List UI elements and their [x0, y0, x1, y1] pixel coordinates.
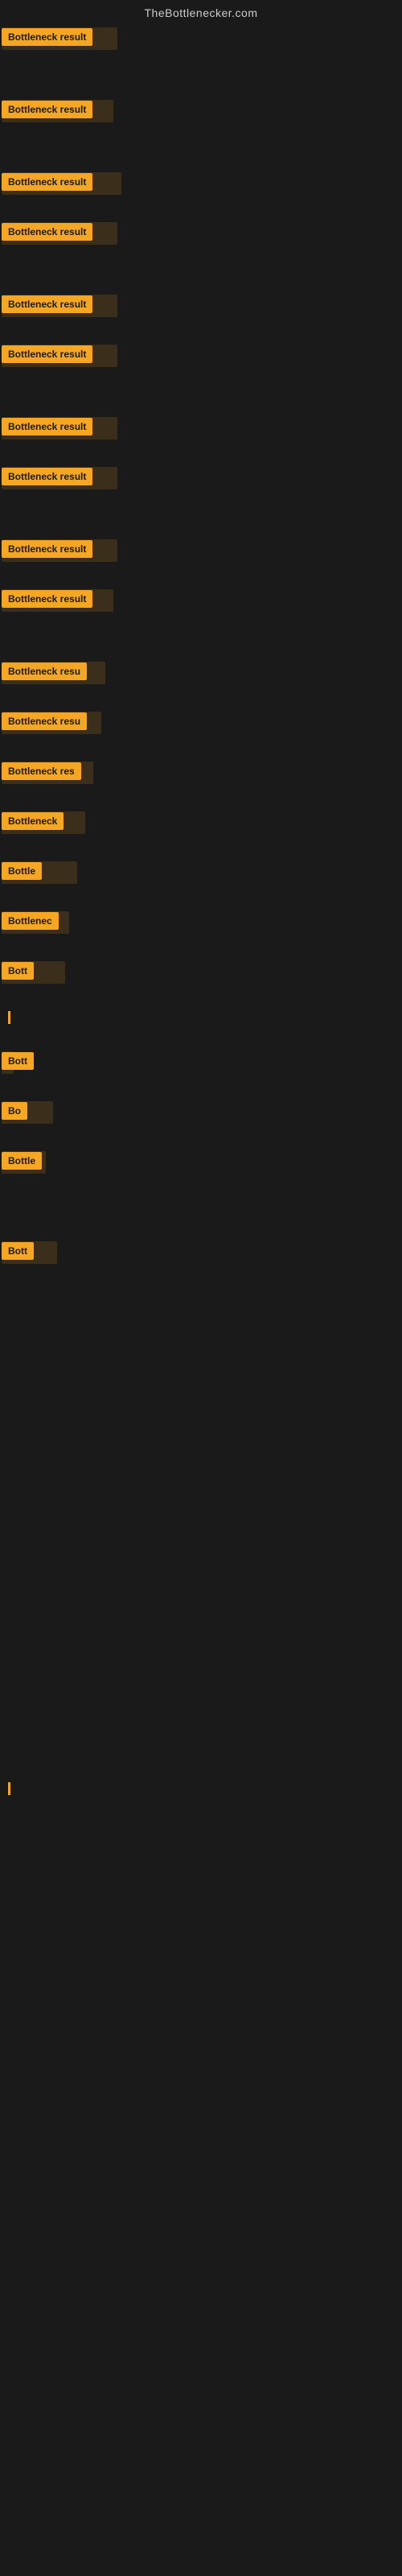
- bottleneck-badge-2: Bottleneck result: [2, 101, 92, 118]
- gap-6: [0, 369, 402, 415]
- bottleneck-badge-8: Bottleneck result: [2, 468, 92, 485]
- bottleneck-badge-16: Bottlenec: [2, 912, 59, 930]
- result-row-4: Bottleneck result: [0, 221, 402, 246]
- gap-14: [0, 836, 402, 860]
- page-container: TheBottlenecker.com Bottleneck result Bo…: [0, 0, 402, 1926]
- gap-20: [0, 1125, 402, 1150]
- gap-2: [0, 124, 402, 171]
- gap-15: [0, 886, 402, 910]
- gap-23: [0, 1797, 402, 1926]
- gap-3: [0, 196, 402, 221]
- bottleneck-badge-10: Bottleneck result: [2, 590, 92, 608]
- result-row-21: Bottle: [0, 1150, 402, 1175]
- bottleneck-badge-21: Bottle: [2, 1152, 42, 1170]
- vertical-indicator-2: [8, 1782, 10, 1795]
- gap-22d: [0, 1652, 402, 1781]
- gap-22b: [0, 1394, 402, 1523]
- bottleneck-badge-4: Bottleneck result: [2, 223, 92, 241]
- bottleneck-badge-14: Bottleneck: [2, 812, 64, 830]
- result-row-7: Bottleneck result: [0, 415, 402, 441]
- result-row-3: Bottleneck result: [0, 171, 402, 196]
- bottleneck-badge-20: Bo: [2, 1102, 27, 1120]
- result-row-5: Bottleneck result: [0, 293, 402, 319]
- bottleneck-badge-19: Bott: [2, 1052, 34, 1070]
- vertical-indicator-1: [8, 1011, 10, 1024]
- bottleneck-badge-3: Bottleneck result: [2, 173, 92, 191]
- gap-18: [0, 1026, 402, 1050]
- bottleneck-badge-22: Bott: [2, 1242, 34, 1260]
- gap-17: [0, 985, 402, 1009]
- gap-1: [0, 52, 402, 98]
- gap-22c: [0, 1523, 402, 1652]
- gap-9: [0, 564, 402, 588]
- gap-7: [0, 441, 402, 465]
- gap-19: [0, 1075, 402, 1100]
- gap-5: [0, 319, 402, 343]
- result-row-18: [0, 1009, 402, 1026]
- bottleneck-badge-12: Bottleneck resu: [2, 712, 87, 730]
- bottleneck-badge-7: Bottleneck result: [2, 418, 92, 436]
- result-row-9: Bottleneck result: [0, 538, 402, 564]
- result-row-8: Bottleneck result: [0, 465, 402, 491]
- result-row-13: Bottleneck res: [0, 760, 402, 786]
- result-row-17: Bott: [0, 960, 402, 985]
- result-row-14: Bottleneck: [0, 810, 402, 836]
- result-row-19: Bott: [0, 1050, 402, 1075]
- bottleneck-badge-13: Bottleneck res: [2, 762, 81, 780]
- gap-8: [0, 491, 402, 538]
- result-row-20: Bo: [0, 1100, 402, 1125]
- result-row-11: Bottleneck resu: [0, 660, 402, 686]
- gap-21: [0, 1175, 402, 1240]
- result-row-16: Bottlenec: [0, 910, 402, 935]
- gap-13: [0, 786, 402, 810]
- bottleneck-badge-6: Bottleneck result: [2, 345, 92, 363]
- result-row-15: Bottle: [0, 860, 402, 886]
- gap-12: [0, 736, 402, 760]
- site-title: TheBottlenecker.com: [0, 0, 402, 26]
- gap-22: [0, 1265, 402, 1394]
- result-row-22: Bott: [0, 1240, 402, 1265]
- result-row-6: Bottleneck result: [0, 343, 402, 369]
- gap-4: [0, 246, 402, 293]
- result-row-1: Bottleneck result: [0, 26, 402, 52]
- result-row-23: [0, 1781, 402, 1797]
- bottleneck-badge-15: Bottle: [2, 862, 42, 880]
- bottleneck-badge-17: Bott: [2, 962, 34, 980]
- result-row-10: Bottleneck result: [0, 588, 402, 613]
- bottleneck-badge-11: Bottleneck resu: [2, 663, 87, 680]
- bottleneck-badge-5: Bottleneck result: [2, 295, 92, 313]
- bottleneck-badge-1: Bottleneck result: [2, 28, 92, 46]
- gap-11: [0, 686, 402, 710]
- gap-16: [0, 935, 402, 960]
- result-row-2: Bottleneck result: [0, 98, 402, 124]
- result-row-12: Bottleneck resu: [0, 710, 402, 736]
- gap-10: [0, 613, 402, 660]
- bottleneck-badge-9: Bottleneck result: [2, 540, 92, 558]
